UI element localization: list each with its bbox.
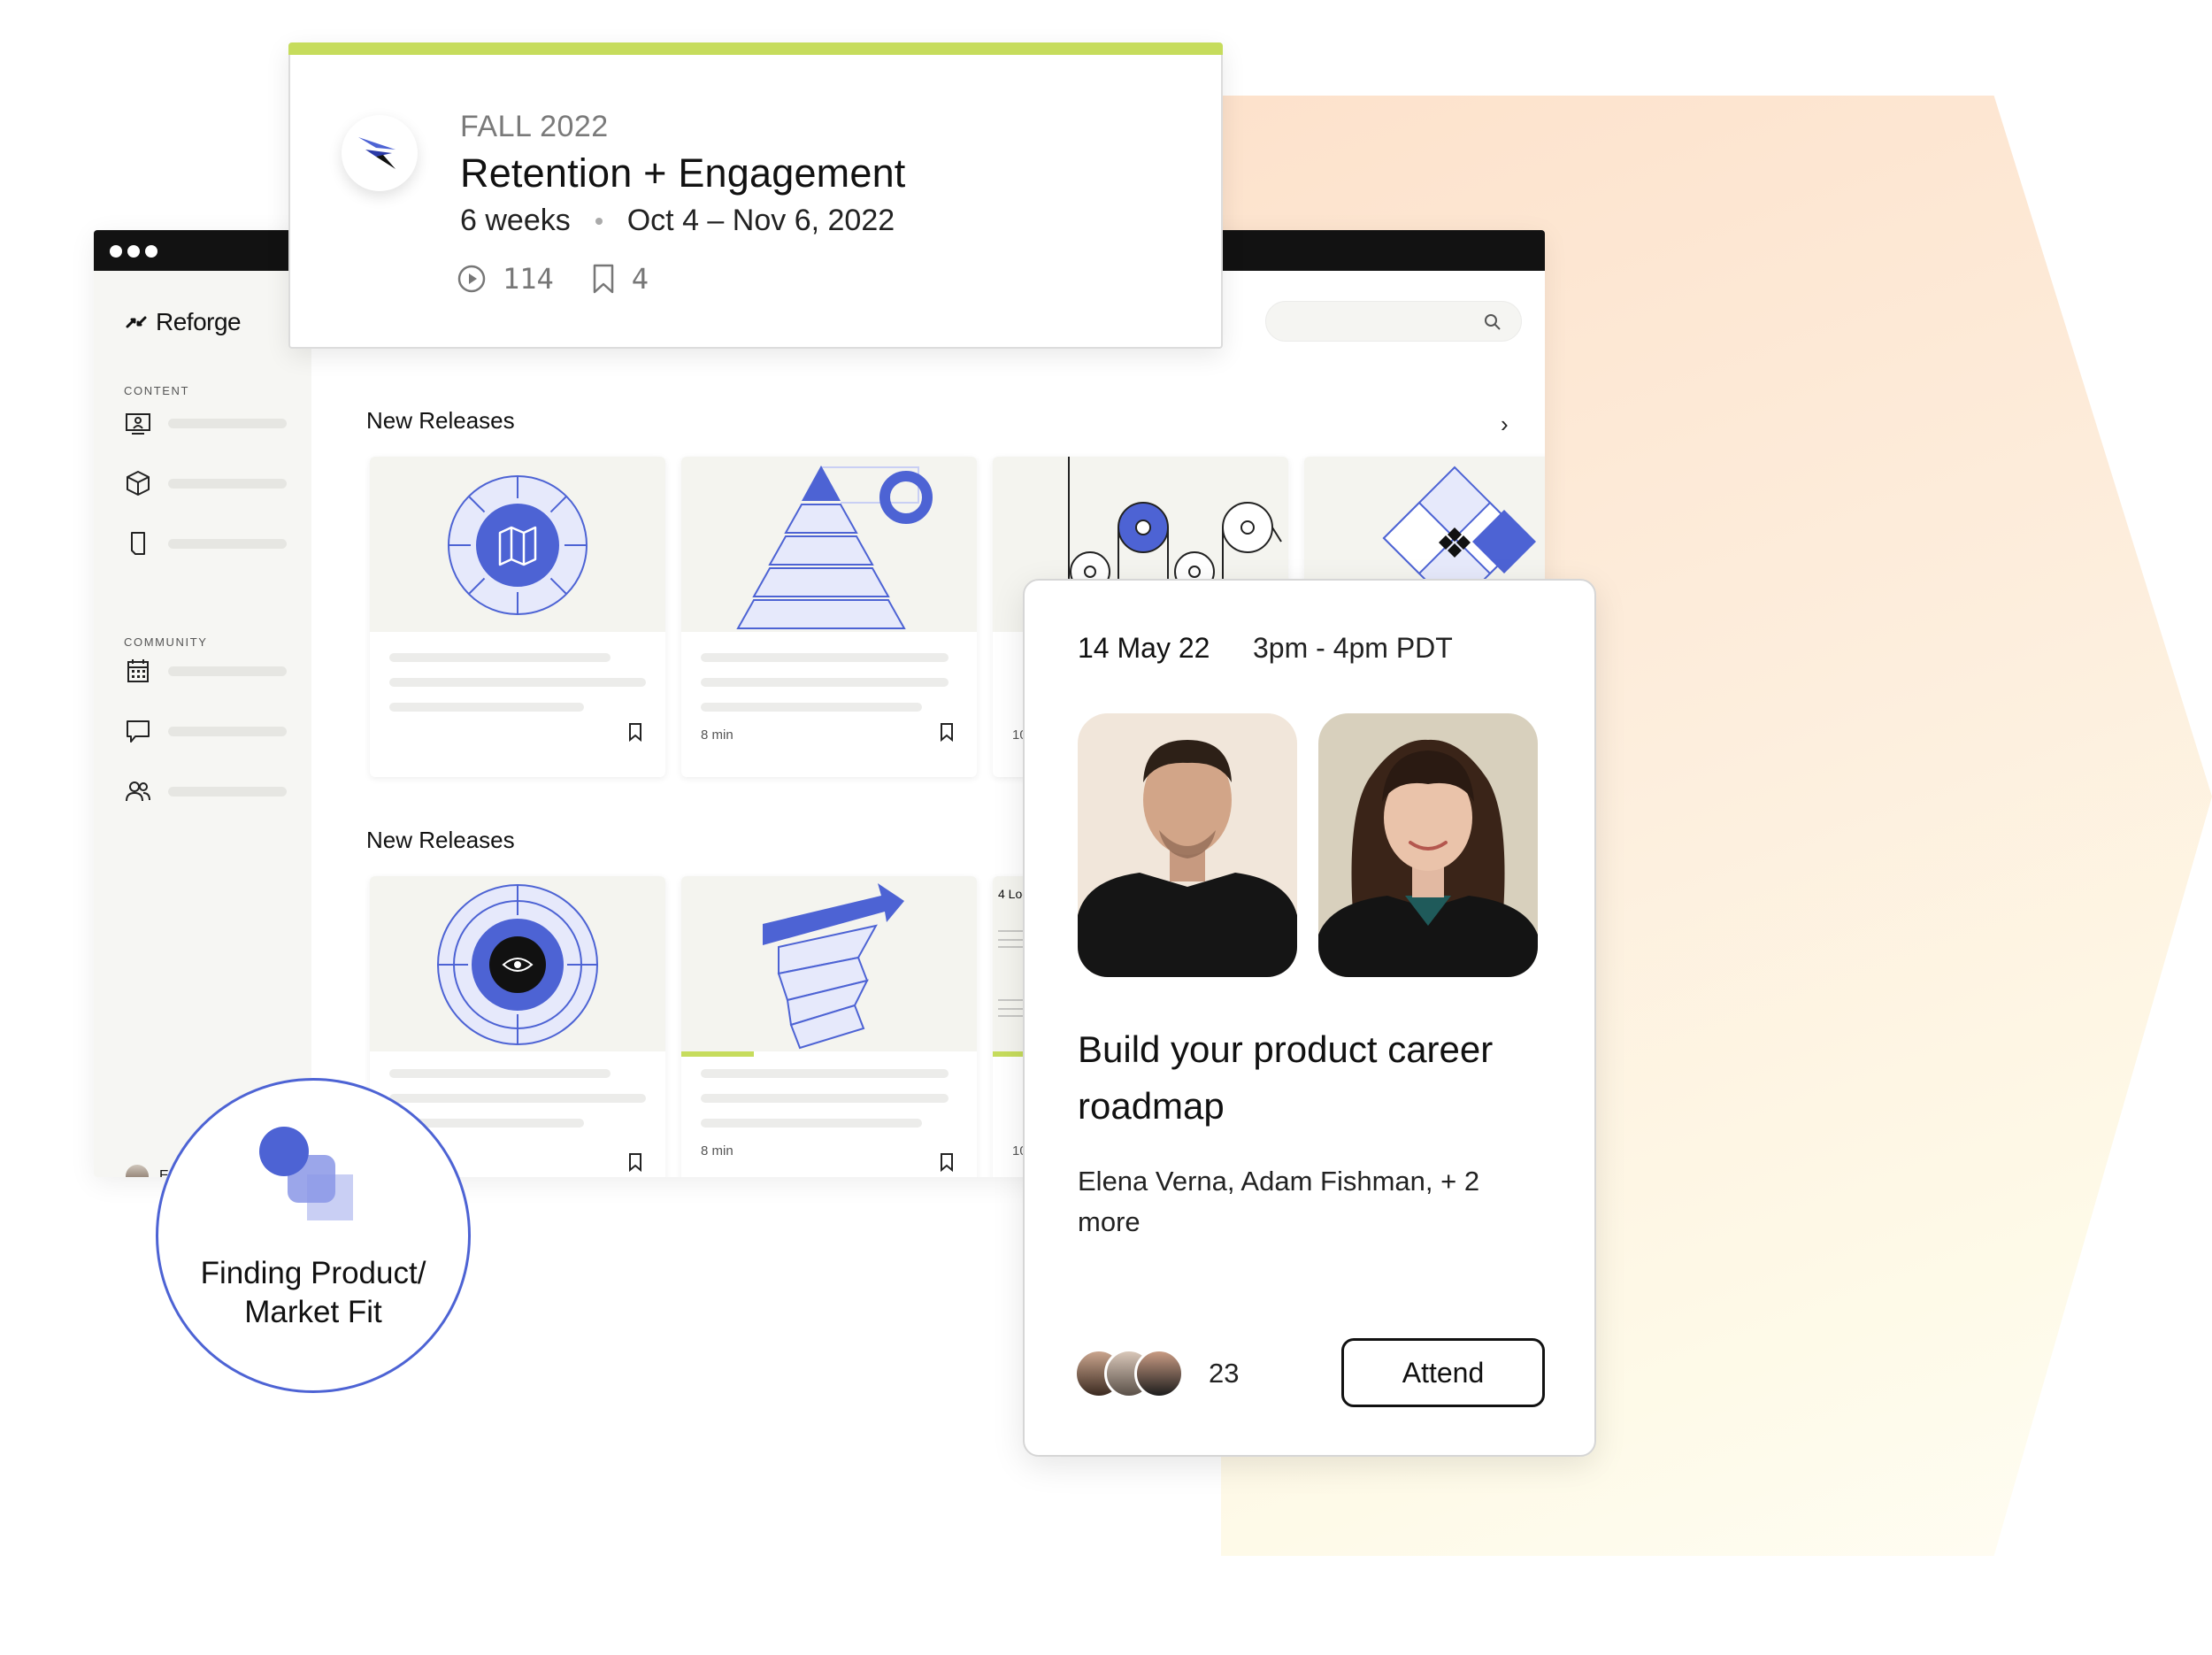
content-card[interactable]: 8 min <box>681 876 977 1177</box>
course-card[interactable]: FALL 2022 Retention + Engagement 6 weeks… <box>288 42 1223 349</box>
card-text-placeholder <box>701 1069 949 1078</box>
event-time: 3pm - 4pm PDT <box>1253 632 1453 664</box>
card-duration: 8 min <box>701 727 733 743</box>
window-dot <box>127 245 140 258</box>
separator-dot <box>595 217 603 225</box>
ribbon-arrow-illustration <box>763 883 904 1050</box>
bookmark-icon[interactable] <box>940 722 954 742</box>
section-title-new-releases: New Releases <box>366 407 515 434</box>
bookmark-icon[interactable] <box>628 722 642 742</box>
topic-title-line2: Market Fit <box>244 1295 382 1329</box>
avatar <box>1134 1349 1184 1398</box>
course-title: Retention + Engagement <box>460 150 906 196</box>
course-stats: 114 4 <box>457 262 649 296</box>
swoosh-logo-icon <box>358 137 396 169</box>
sidebar-label-placeholder <box>168 786 287 797</box>
map-wheel-illustration <box>448 475 588 615</box>
chevron-right-icon[interactable]: › <box>1501 411 1509 438</box>
sidebar-item-community-3[interactable] <box>124 777 287 805</box>
search-input[interactable] <box>1265 301 1522 342</box>
speaker-portrait-man <box>1078 740 1297 977</box>
sidebar-item-content-3[interactable] <box>124 529 287 558</box>
card-text-placeholder <box>389 1069 611 1078</box>
section-title-new-releases: New Releases <box>366 827 515 853</box>
play-circle-icon <box>457 265 486 293</box>
event-card[interactable]: 14 May 22 3pm - 4pm PDT Build your produ… <box>1023 579 1596 1457</box>
card-illustration <box>370 457 665 632</box>
card-illustration <box>681 876 977 1051</box>
view-count: 114 <box>503 262 554 296</box>
sidebar-label-placeholder <box>168 726 287 736</box>
presentation-icon <box>126 413 150 435</box>
card-text-placeholder <box>701 678 949 687</box>
course-accent-bar <box>288 42 1223 55</box>
sidebar-item-community-1[interactable] <box>124 657 287 685</box>
bookmark-icon[interactable] <box>940 1152 954 1172</box>
search-icon <box>1485 314 1501 330</box>
card-text-placeholder <box>701 653 949 662</box>
cube-icon <box>127 471 150 496</box>
card-text-placeholder <box>389 703 584 712</box>
calendar-icon <box>127 659 149 682</box>
brand-logo[interactable]: Reforge <box>124 308 242 336</box>
document-icon <box>131 532 145 555</box>
content-card[interactable] <box>370 457 665 777</box>
card-text-placeholder <box>389 1094 646 1103</box>
bookmark-icon[interactable] <box>628 1152 642 1172</box>
card-text-placeholder <box>701 703 922 712</box>
attend-button[interactable]: Attend <box>1341 1338 1545 1407</box>
reforge-logo-icon <box>126 316 147 328</box>
sidebar: Reforge CONTENT COMMUNITY <box>94 271 311 1177</box>
card-text-placeholder <box>389 678 646 687</box>
chat-bubble-icon <box>127 720 150 743</box>
sidebar-section-community: COMMUNITY <box>124 635 208 649</box>
people-icon <box>126 781 150 802</box>
window-dot <box>145 245 157 258</box>
event-speakers: Elena Verna, Adam Fishman, + 2 more <box>1078 1166 1480 1237</box>
sidebar-label-placeholder <box>168 418 287 428</box>
eye-wheel-illustration <box>437 884 598 1045</box>
course-term: FALL 2022 <box>460 110 609 143</box>
bookmark-count: 4 <box>631 262 649 296</box>
course-meta: 6 weeks Oct 4 – Nov 6, 2022 <box>460 204 895 238</box>
sidebar-item-content-2[interactable] <box>124 469 287 497</box>
window-dot <box>110 245 122 258</box>
card-text-placeholder <box>701 1119 922 1128</box>
content-card[interactable]: 8 min <box>681 457 977 777</box>
event-date: 14 May 22 <box>1078 632 1210 664</box>
brand-name: Reforge <box>156 308 242 335</box>
bookmark-icon[interactable] <box>591 263 616 295</box>
attendee-count: 23 <box>1209 1358 1240 1389</box>
topic-bubble-pmf[interactable]: Finding Product/ Market Fit <box>156 1078 471 1393</box>
speaker-photo <box>1078 713 1297 977</box>
course-duration: 6 weeks <box>460 204 571 237</box>
topic-title: Finding Product/ Market Fit <box>158 1254 468 1332</box>
event-title: Build your product career roadmap <box>1078 1028 1494 1127</box>
sidebar-label-placeholder <box>168 478 287 489</box>
card-text-placeholder <box>701 1094 949 1103</box>
progress-bar <box>681 1051 754 1057</box>
card-illustration <box>681 457 977 632</box>
avatar <box>126 1165 149 1177</box>
overlapping-squares-icon <box>259 1127 353 1220</box>
sidebar-item-community-2[interactable] <box>124 717 287 745</box>
course-dates: Oct 4 – Nov 6, 2022 <box>626 204 895 237</box>
pyramid-illustration <box>736 466 933 629</box>
speaker-portrait-woman <box>1318 739 1538 977</box>
card-duration: 8 min <box>701 1143 733 1158</box>
attendee-list[interactable]: 23 <box>1074 1349 1239 1398</box>
sidebar-label-placeholder <box>168 666 287 676</box>
sidebar-item-content-1[interactable] <box>124 409 287 437</box>
card-illustration <box>370 876 665 1051</box>
topic-title-line1: Finding Product/ <box>200 1256 426 1290</box>
speaker-photo <box>1318 713 1538 977</box>
sidebar-label-placeholder <box>168 538 287 549</box>
course-logo <box>342 115 418 191</box>
card-text-placeholder <box>389 653 611 662</box>
sidebar-section-content: CONTENT <box>124 384 190 397</box>
